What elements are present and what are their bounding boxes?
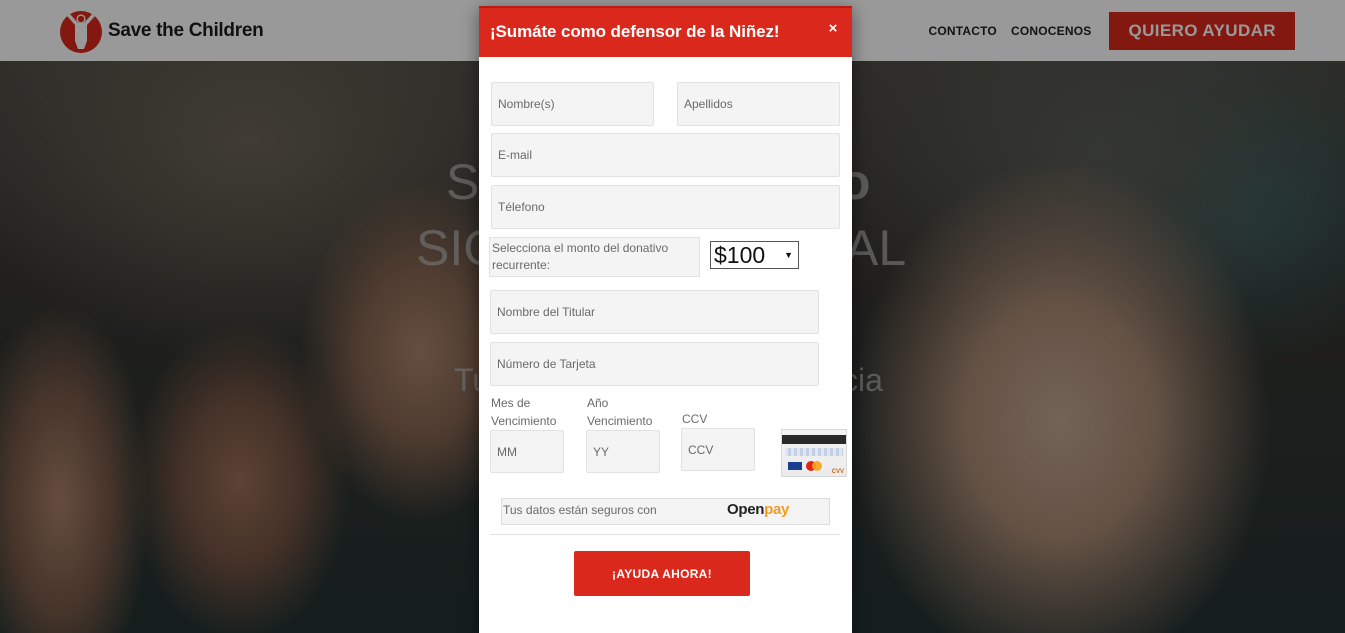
modal-title: ¡Sumáte como defensor de la Niñez! (490, 22, 780, 41)
openpay-logo-a: Open (727, 501, 765, 518)
tarjeta-input[interactable] (490, 342, 819, 386)
nombre-input[interactable] (491, 82, 654, 126)
ccv-input[interactable] (681, 428, 755, 471)
openpay-logo-b: pay (764, 501, 790, 518)
monto-selected-value: $100 (714, 241, 766, 268)
telefono-input[interactable] (491, 185, 840, 229)
titular-input[interactable] (490, 290, 819, 334)
ccv-label: CCV (682, 412, 708, 426)
apellidos-input[interactable] (677, 82, 840, 126)
close-icon[interactable]: × (823, 19, 843, 39)
donation-modal: ¡Sumáte como defensor de la Niñez! × Sel… (479, 6, 852, 633)
card-signature-strip (785, 448, 843, 456)
divider (490, 534, 840, 535)
openpay-logo: Openpay (727, 501, 789, 518)
chevron-down-icon: ▼ (784, 250, 793, 260)
monto-select[interactable]: $100 ▼ (710, 241, 799, 269)
ayuda-ahora-button[interactable]: ¡AYUDA AHORA! (574, 551, 750, 596)
monto-label: Selecciona el monto del donativo recurre… (489, 237, 700, 277)
visa-icon (788, 462, 802, 470)
secure-text: Tus datos están seguros con (503, 503, 657, 517)
mes-input[interactable] (490, 430, 564, 473)
card-cvv-mark: CVV (831, 469, 844, 475)
secure-notice: Tus datos están seguros con Openpay (501, 498, 830, 525)
anio-label: Año Vencimiento (587, 396, 653, 428)
card-magnetic-stripe (782, 435, 846, 444)
credit-card-back-icon: CVV (781, 429, 847, 477)
anio-input[interactable] (586, 430, 660, 473)
modal-header: ¡Sumáte como defensor de la Niñez! × (479, 6, 852, 57)
email-input[interactable] (491, 133, 840, 177)
mastercard-icon (806, 461, 822, 471)
mes-label: Mes de Vencimiento (491, 396, 557, 428)
